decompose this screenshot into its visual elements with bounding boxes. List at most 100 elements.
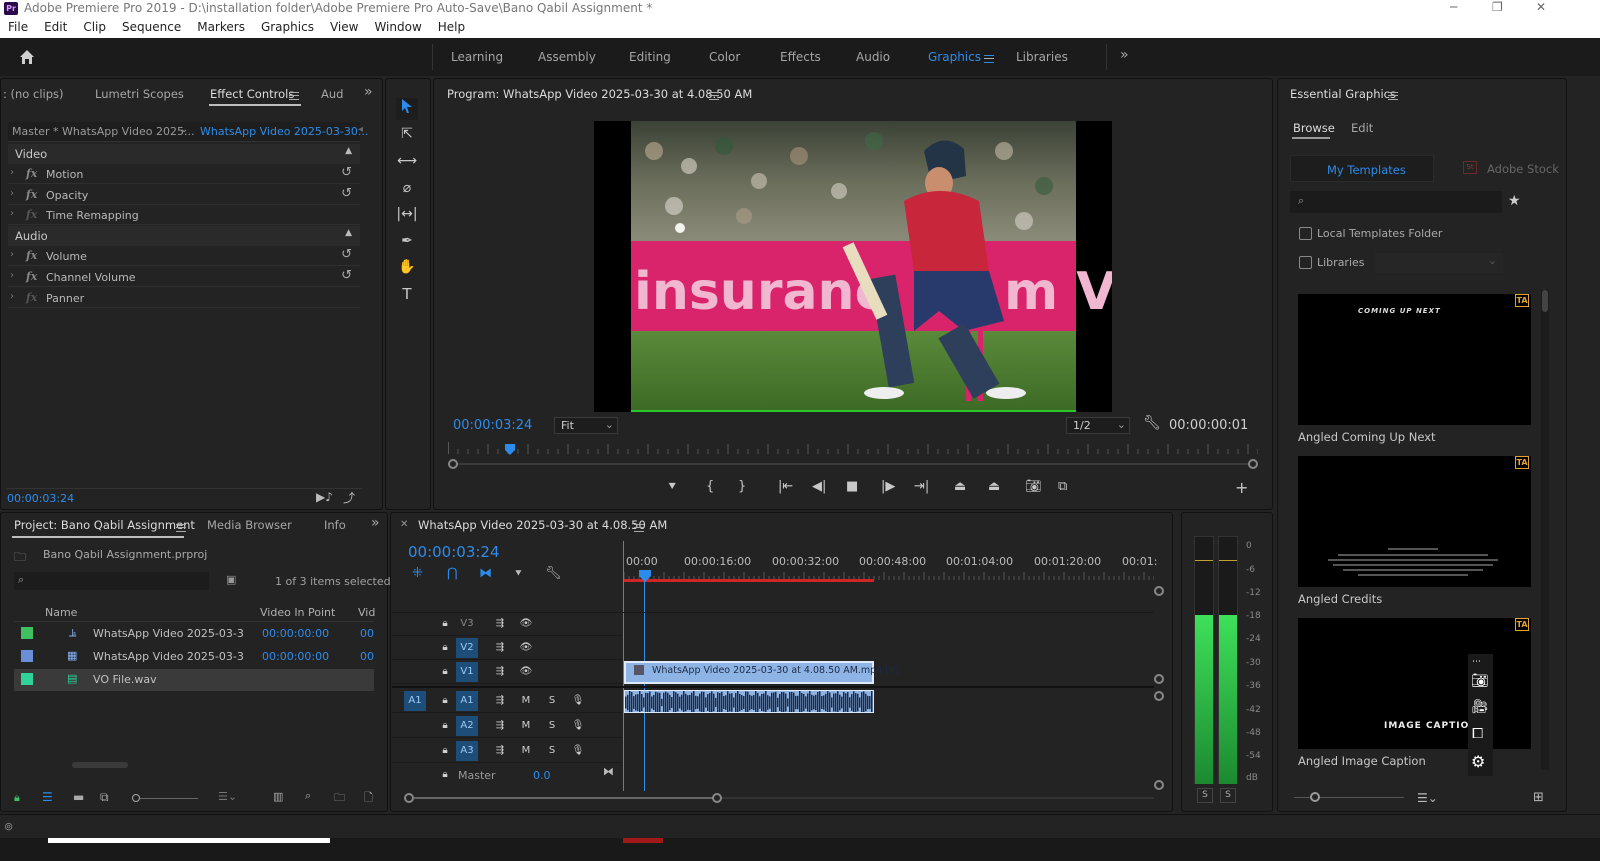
project-item-row[interactable]: ▦ WhatsApp Video 2025-03-3 00:00:00:00 0… (14, 646, 374, 668)
template-size-slider[interactable] (1294, 792, 1404, 802)
workspace-learning[interactable]: Learning (451, 50, 503, 64)
window-capture-icon[interactable]: ⧠ (1472, 726, 1483, 742)
chevron-right-icon[interactable]: › (10, 208, 14, 219)
timeline-zoom-scrollbar[interactable] (404, 792, 1154, 804)
reset-icon[interactable]: ↺ (341, 247, 352, 262)
templates-scrollbar[interactable] (1541, 290, 1549, 770)
track-header-v1[interactable]: 🔒︎ V1 ⇶ 👁︎ (392, 660, 622, 684)
effect-row-channel-volume[interactable]: › fx Channel Volume ↺ (8, 267, 360, 287)
collapse-up-icon[interactable]: ▲ (345, 146, 352, 156)
new-bin-search-icon[interactable]: ▣ (226, 573, 236, 586)
sync-lock-icon[interactable]: ⇶ (489, 716, 511, 736)
mute-button[interactable]: M (515, 691, 537, 711)
menu-help[interactable]: Help (430, 20, 473, 34)
timeline-playhead[interactable] (639, 570, 651, 582)
template-thumbnail-credits[interactable] (1298, 456, 1531, 587)
tab-lumetri-scopes[interactable]: Lumetri Scopes (95, 87, 184, 101)
master-clip-label[interactable]: Master * WhatsApp Video 2025... (12, 125, 194, 138)
reset-icon[interactable]: ↺ (341, 165, 352, 180)
fx-icon[interactable]: fx (26, 208, 37, 221)
effect-row-opacity[interactable]: › fx Opacity ↺ (8, 185, 360, 205)
taskbar-window[interactable] (48, 838, 330, 843)
slip-tool-icon[interactable]: |↔| (396, 203, 418, 225)
menu-view[interactable]: View (322, 20, 366, 34)
lock-track-icon[interactable]: 🔒︎ (434, 765, 456, 785)
track-header-a3[interactable]: 🔒︎ A3 ⇶ M S 🎙︎ (392, 739, 622, 763)
workspace-libraries[interactable]: Libraries (1016, 50, 1068, 64)
new-bin-icon[interactable]: 🗀 (334, 789, 345, 808)
install-template-icon[interactable]: ⊞ (1533, 790, 1544, 805)
play-icon[interactable]: |▶ (881, 479, 895, 494)
nest-sequence-icon[interactable]: ⁜ (412, 566, 423, 581)
hand-tool-icon[interactable]: ✋ (396, 256, 418, 278)
essential-graphics-title[interactable]: Essential Graphics (1290, 87, 1396, 101)
lock-icon[interactable]: 🔒︎ (14, 791, 20, 805)
go-to-out-icon[interactable]: ⇥| (914, 479, 929, 494)
go-to-next-edit-icon[interactable]: ⧓ (603, 765, 614, 778)
panel-menu-icon[interactable] (703, 89, 719, 102)
column-video-in-point[interactable]: Video In Point (260, 606, 335, 619)
ripple-edit-tool-icon[interactable]: ⟷ (396, 150, 418, 172)
more-panels-icon[interactable]: » (371, 515, 380, 531)
label-color-swatch[interactable] (21, 650, 33, 662)
sync-lock-icon[interactable]: ⇶ (489, 662, 511, 682)
track-label[interactable]: A3 (456, 741, 478, 761)
track-label[interactable]: A2 (456, 716, 478, 736)
comparison-view-icon[interactable]: ⧉ (1058, 479, 1067, 494)
home-icon[interactable] (18, 48, 36, 66)
tab-edit[interactable]: Edit (1351, 121, 1373, 135)
source-patch[interactable]: A1 (404, 691, 426, 711)
workspace-color[interactable]: Color (709, 50, 740, 64)
tab-media-browser[interactable]: Media Browser (207, 518, 292, 532)
timeline-ruler[interactable]: 00:00 00:00:16:00 00:00:32:00 00:00:48:0… (624, 548, 1157, 588)
more-workspaces-icon[interactable]: » (1120, 47, 1129, 63)
effect-row-motion[interactable]: › fx Motion ↺ (8, 164, 360, 184)
chevron-right-icon[interactable]: › (10, 167, 14, 178)
chevron-right-icon[interactable]: › (10, 249, 14, 260)
menu-markers[interactable]: Markers (189, 20, 253, 34)
tab-effect-controls[interactable]: Effect Controls (210, 87, 294, 101)
solo-button[interactable]: S (541, 716, 563, 736)
adobe-stock-button[interactable]: St Adobe Stock (1436, 155, 1566, 182)
chevron-right-icon[interactable]: › (10, 270, 14, 281)
menu-graphics[interactable]: Graphics (253, 20, 322, 34)
razor-tool-icon[interactable]: ⌀ (396, 177, 418, 199)
lock-track-icon[interactable]: 🔒︎ (434, 716, 456, 736)
template-thumbnail-coming-up-next[interactable]: COMING UP NEXT (1298, 294, 1531, 425)
zoom-scrollbar[interactable] (448, 458, 1258, 470)
project-item-row-selected[interactable]: ▤ VO File.wav (14, 669, 374, 691)
sort-icon[interactable]: ☰⌄ (218, 790, 237, 803)
chevron-down-icon[interactable]: ⌄ (180, 124, 188, 135)
sync-lock-icon[interactable]: ⇶ (489, 614, 511, 634)
tab-audio-clip-mixer[interactable]: Aud (321, 87, 343, 101)
reset-icon[interactable]: ↺ (341, 186, 352, 201)
menu-clip[interactable]: Clip (75, 20, 114, 34)
track-header-a2[interactable]: 🔒︎ A2 ⇶ M S 🎙︎ (392, 714, 622, 738)
solo-left-button[interactable]: S (1197, 788, 1213, 803)
microphone-icon[interactable]: 🎙︎ (567, 716, 589, 736)
playhead-timecode[interactable]: 00:00:03:24 (453, 418, 532, 433)
eye-icon[interactable]: 👁︎ (515, 638, 537, 658)
video-camera-icon[interactable]: 🎥︎ (1471, 699, 1489, 715)
fx-icon[interactable]: fx (26, 291, 37, 304)
sync-lock-icon[interactable]: ⇶ (489, 691, 511, 711)
tab-project[interactable]: Project: Bano Qabil Assignment (14, 518, 195, 532)
project-item-row[interactable]: ⫡ WhatsApp Video 2025-03-3 00:00:00:00 0… (14, 623, 374, 645)
wrench-icon[interactable]: 🔧︎ (545, 566, 562, 581)
track-label[interactable]: V1 (456, 662, 478, 682)
more-options-icon[interactable]: ⋯ (1472, 657, 1481, 667)
workspace-graphics[interactable]: Graphics (928, 50, 981, 64)
solo-button[interactable]: S (541, 741, 563, 761)
solo-button[interactable]: S (541, 691, 563, 711)
lock-track-icon[interactable]: 🔒︎ (434, 638, 456, 658)
find-icon[interactable]: ⌕ (305, 789, 311, 803)
workspace-audio[interactable]: Audio (856, 50, 890, 64)
workspace-assembly[interactable]: Assembly (538, 50, 596, 64)
thumbnail-size-slider[interactable] (132, 793, 198, 803)
mute-button[interactable]: M (515, 716, 537, 736)
effect-row-time-remapping[interactable]: › fx Time Remapping (8, 205, 360, 225)
add-marker-icon[interactable]: ⯆ (667, 480, 677, 495)
sync-lock-icon[interactable]: ⇶ (489, 638, 511, 658)
panel-menu-icon[interactable] (628, 521, 644, 534)
template-thumbnail-image-caption[interactable]: IMAGE CAPTION H (1298, 618, 1531, 749)
